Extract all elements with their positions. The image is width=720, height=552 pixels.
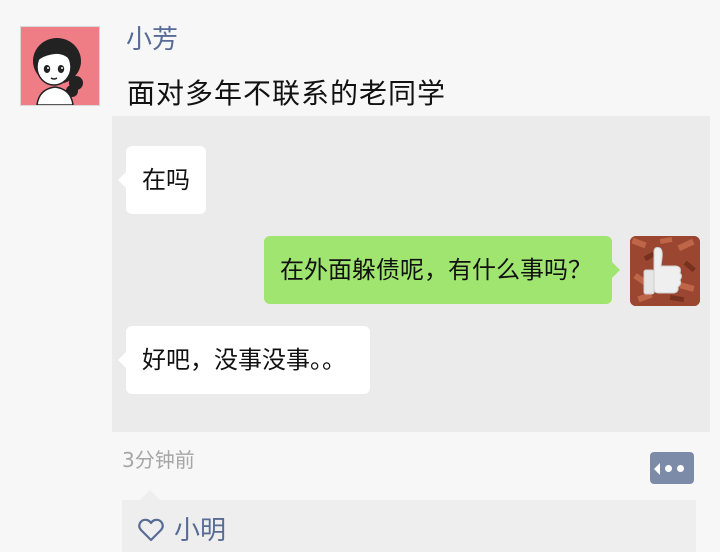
more-dots-icon	[677, 465, 684, 472]
comment-button[interactable]	[650, 452, 694, 484]
like-user-name[interactable]: 小明	[174, 514, 226, 548]
author-name[interactable]: 小芳	[126, 22, 178, 58]
caret-left-icon	[654, 463, 660, 475]
message-text: 在吗	[142, 166, 190, 194]
likes-section: 小明	[122, 490, 696, 552]
incoming-message-bubble: 在吗	[118, 146, 206, 214]
more-dots-icon	[665, 465, 672, 472]
post-timestamp: 3分钟前	[122, 448, 195, 472]
thumbs-up-avatar-icon	[630, 236, 700, 306]
author-avatar[interactable]	[20, 26, 100, 106]
post-text: 面对多年不联系的老同学	[127, 77, 447, 110]
incoming-message-bubble: 好吧，没事没事。。	[118, 326, 370, 394]
heart-icon	[138, 518, 164, 542]
chat-screenshot-image[interactable]: 在吗 在外面躲债呢，有什么事吗？ 好吧，没事没事。。	[112, 116, 710, 432]
outgoing-message-bubble: 在外面躲债呢，有什么事吗？	[264, 236, 620, 304]
message-text: 在外面躲债呢，有什么事吗？	[280, 256, 592, 284]
message-text: 好吧，没事没事。。	[142, 346, 346, 374]
